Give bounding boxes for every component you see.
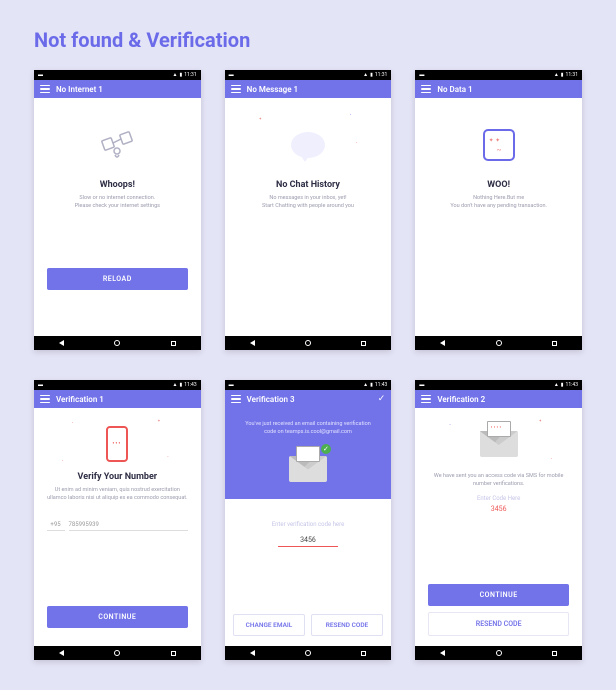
lower-panel: Enter verification code here 3456 CHANGE…: [225, 499, 392, 647]
status-time: 11:31: [184, 72, 196, 78]
verify-sub: Ut enim ad minim veniam, quis nostrud ex…: [34, 486, 201, 503]
content-area: • ✦ • We have sent you an access code vi…: [415, 408, 582, 646]
envelope-check-icon: ✓: [278, 449, 338, 489]
title-row: Not found & Verification: [0, 20, 616, 70]
screen-verification-3: ▬ ▲▮11:43 Verification 3 ✓ You've just r…: [225, 380, 392, 660]
resend-code-button[interactable]: RESEND CODE: [428, 612, 570, 636]
android-navbar: [34, 336, 201, 350]
content-area: • ✦ • • Verify Your Number Ut enim ad mi…: [34, 408, 201, 646]
appbar-title: Verification 1: [56, 395, 104, 404]
code-input-label: Enter Code Here: [477, 495, 520, 502]
statusbar: ▬ ▲▮11:31: [415, 70, 582, 80]
android-navbar: [415, 646, 582, 660]
verification-code-input[interactable]: 3456: [278, 534, 338, 547]
nav-recent-icon[interactable]: [171, 341, 176, 346]
appbar: Verification 2: [415, 390, 582, 408]
button-row: CHANGE EMAIL RESEND CODE: [233, 614, 383, 636]
nav-back-icon[interactable]: [440, 340, 445, 346]
statusbar: ▬ ▲▮11:31: [34, 70, 201, 80]
statusbar: ▬ ▲▮11:31: [225, 70, 392, 80]
nav-back-icon[interactable]: [250, 650, 255, 656]
reload-button[interactable]: RELOAD: [47, 268, 189, 290]
continue-button[interactable]: CONTINUE: [47, 606, 189, 628]
statusbar: ▬ ▲▮11:43: [225, 380, 392, 390]
nav-home-icon[interactable]: [305, 340, 311, 346]
nav-back-icon[interactable]: [59, 340, 64, 346]
menu-icon[interactable]: [40, 395, 50, 403]
content-area: WOO! Nothing Here.But meYou don't have a…: [415, 98, 582, 336]
nav-home-icon[interactable]: [496, 340, 502, 346]
satellite-icon: [87, 120, 147, 170]
statusbar: ▬ ▲▮11:43: [34, 380, 201, 390]
nav-recent-icon[interactable]: [361, 651, 366, 656]
nav-home-icon[interactable]: [305, 650, 311, 656]
screen-verification-2: ▬ ▲▮11:43 Verification 2 • ✦ • We have s…: [415, 380, 582, 660]
android-navbar: [225, 336, 392, 350]
android-navbar: [415, 336, 582, 350]
empty-heading: No Chat History: [276, 180, 340, 190]
empty-sub: No messages in your inbox, yet!Start Cha…: [250, 194, 366, 211]
code-input-label: Enter verification code here: [272, 521, 345, 528]
content-area: You've just received an email containing…: [225, 408, 392, 646]
screen-no-data: ▬ ▲▮11:31 No Data 1 WOO! Nothing Here.Bu…: [415, 70, 582, 350]
content-area: ✦ • • No Chat History No messages in you…: [225, 98, 392, 336]
nav-home-icon[interactable]: [114, 340, 120, 346]
empty-sub: Nothing Here.But meYou don't have any pe…: [438, 194, 559, 211]
change-email-button[interactable]: CHANGE EMAIL: [233, 614, 305, 636]
menu-icon[interactable]: [231, 395, 241, 403]
verify-sub: We have sent you an access code via SMS …: [415, 472, 582, 489]
appbar: No Data 1: [415, 80, 582, 98]
nav-back-icon[interactable]: [440, 650, 445, 656]
envelope-code-icon: [469, 424, 529, 464]
appbar-title: No Data 1: [437, 85, 472, 94]
nav-back-icon[interactable]: [59, 650, 64, 656]
appbar-title: Verification 2: [437, 395, 485, 404]
menu-icon[interactable]: [40, 85, 50, 93]
appbar: No Internet 1: [34, 80, 201, 98]
nav-recent-icon[interactable]: [171, 651, 176, 656]
chat-bubble-icon: [278, 120, 338, 170]
showcase-canvas: Not found & Verification ▬ ▲▮11:31 No In…: [0, 0, 616, 690]
appbar-title: Verification 3: [247, 395, 295, 404]
check-icon[interactable]: ✓: [378, 394, 386, 404]
country-code-input[interactable]: +95: [47, 519, 65, 531]
empty-heading: Whoops!: [100, 180, 135, 190]
appbar: Verification 1: [34, 390, 201, 408]
face-box-icon: [469, 120, 529, 170]
screens-grid: ▬ ▲▮11:31 No Internet 1 Whoops! Slow or …: [0, 70, 616, 660]
phone-icon: [87, 422, 147, 466]
nav-home-icon[interactable]: [114, 650, 120, 656]
screen-no-internet: ▬ ▲▮11:31 No Internet 1 Whoops! Slow or …: [34, 70, 201, 350]
appbar: No Message 1: [225, 80, 392, 98]
menu-icon[interactable]: [421, 395, 431, 403]
screen-verification-1: ▬ ▲▮11:43 Verification 1 • ✦ • • Verify …: [34, 380, 201, 660]
content-area: Whoops! Slow or no internet connection.P…: [34, 98, 201, 336]
phone-input-row: +95 785995939: [47, 519, 189, 531]
verify-sub: You've just received an email containing…: [225, 420, 392, 437]
nav-back-icon[interactable]: [250, 340, 255, 346]
resend-code-button[interactable]: RESEND CODE: [311, 614, 383, 636]
appbar: Verification 3 ✓: [225, 390, 392, 408]
page-heading: Not found & Verification: [34, 28, 616, 52]
menu-icon[interactable]: [421, 85, 431, 93]
statusbar: ▬ ▲▮11:43: [415, 380, 582, 390]
phone-number-input[interactable]: 785995939: [69, 519, 189, 531]
verify-heading: Verify Your Number: [78, 472, 158, 482]
android-navbar: [34, 646, 201, 660]
android-navbar: [225, 646, 392, 660]
empty-heading: WOO!: [487, 180, 510, 190]
verification-code-input[interactable]: 3456: [491, 505, 507, 513]
appbar-title: No Message 1: [247, 85, 298, 94]
screen-no-message: ▬ ▲▮11:31 No Message 1 ✦ • • No Chat His…: [225, 70, 392, 350]
empty-sub: Slow or no internet connection.Please ch…: [63, 194, 172, 211]
appbar-title: No Internet 1: [56, 85, 103, 94]
nav-home-icon[interactable]: [496, 650, 502, 656]
nav-recent-icon[interactable]: [552, 341, 557, 346]
nav-recent-icon[interactable]: [361, 341, 366, 346]
continue-button[interactable]: CONTINUE: [428, 584, 570, 606]
nav-recent-icon[interactable]: [552, 651, 557, 656]
menu-icon[interactable]: [231, 85, 241, 93]
